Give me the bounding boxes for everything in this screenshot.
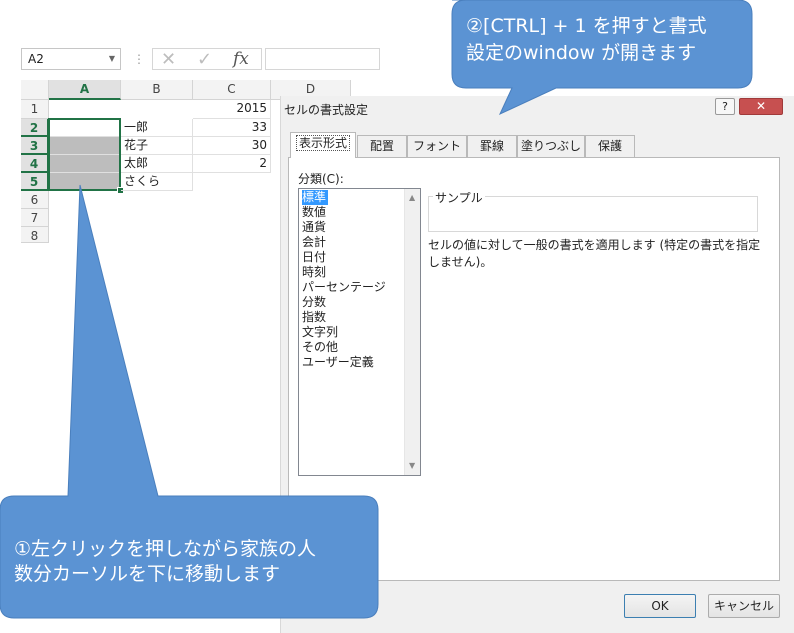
- top-callout-line-2: 設定のwindow が開きます: [466, 42, 697, 64]
- top-callout-line-1: ②[CTRL] + 1 を押すと書式: [466, 15, 707, 37]
- bottom-callout-line-1: ①左クリックを押しながら家族の人: [14, 538, 317, 560]
- bottom-callout-line-2: 数分カーソルを下に移動します: [14, 563, 281, 585]
- tab-number-format[interactable]: 表示形式: [290, 132, 356, 158]
- tab-label: 表示形式: [295, 135, 350, 151]
